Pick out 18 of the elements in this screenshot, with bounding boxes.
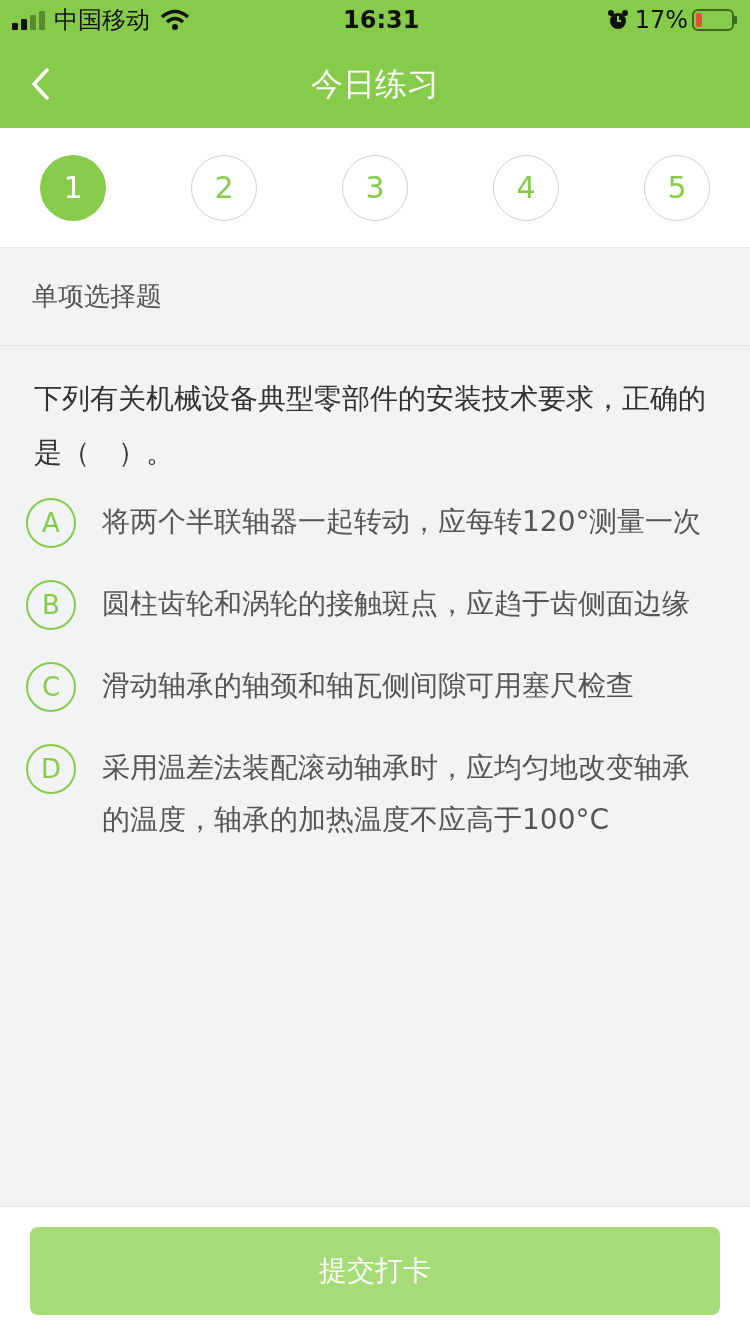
option-text[interactable]: 圆柱齿轮和涡轮的接触斑点，应趋于齿侧面边缘 — [102, 578, 702, 630]
option-letter[interactable]: D — [26, 744, 76, 794]
wifi-icon — [160, 9, 190, 31]
battery-percent: 17% — [634, 5, 688, 36]
option-letter[interactable]: C — [26, 662, 76, 712]
option-letter[interactable]: A — [26, 498, 76, 548]
alarm-clock-icon — [606, 9, 629, 31]
option-text[interactable]: 滑动轴承的轴颈和轴瓦侧间隙可用塞尺检查 — [102, 660, 702, 712]
battery-icon — [692, 9, 738, 31]
status-time: 16:31 — [343, 5, 420, 36]
page-title: 今日练习 — [311, 64, 439, 105]
option-letter[interactable]: B — [26, 580, 76, 630]
question-type: 单项选择题 — [0, 248, 750, 346]
signal-icon — [12, 10, 48, 30]
question-text: 下列有关机械设备典型零部件的安装技术要求，正确的是（ ）。 — [33, 381, 707, 471]
option-text[interactable]: 采用温差法装配滚动轴承时，应均匀地改变轴承的温度，轴承的加热温度不应高于100°C — [102, 742, 702, 846]
carrier-name: 中国移动 — [54, 5, 150, 36]
option-text[interactable]: 将两个半联轴器一起转动，应每转120°测量一次 — [102, 496, 702, 548]
